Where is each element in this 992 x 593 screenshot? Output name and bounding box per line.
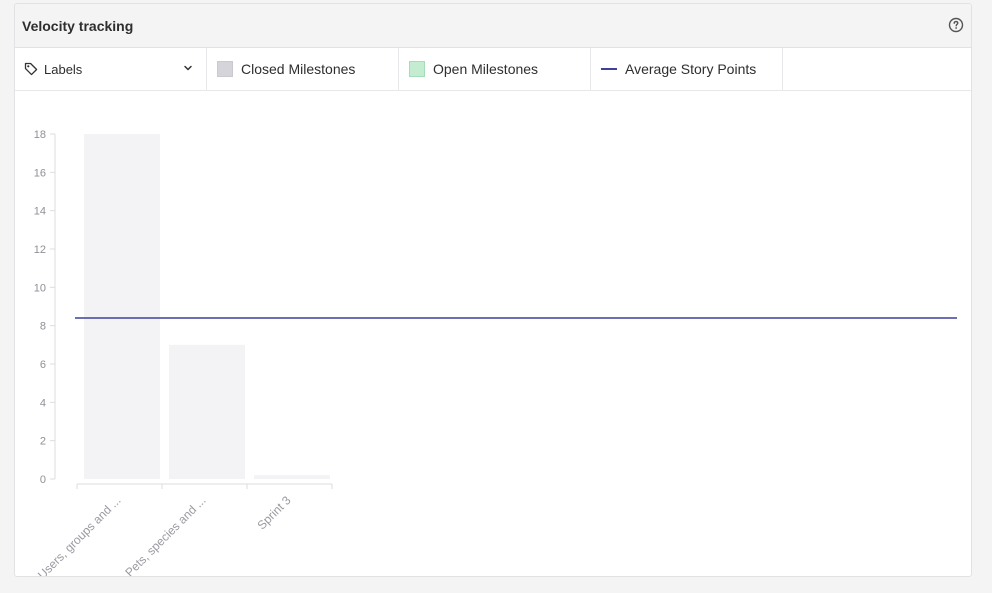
velocity-chart-svg: 0 2 4 6 8 10 12 14 16 18 Users, groups and ...Pets…: [34, 129, 957, 577]
chart-toolbar: Labels Closed Milestones Open Milestones…: [15, 48, 971, 91]
y-tick-label: 18: [34, 129, 46, 141]
tag-icon: [24, 62, 38, 76]
legend-open-milestones[interactable]: Open Milestones: [399, 48, 591, 90]
x-tick-label: Pets, species and ...: [122, 493, 208, 577]
panel-header: Velocity tracking: [15, 4, 971, 48]
y-tick-label: 14: [34, 206, 46, 218]
y-tick-label: 10: [34, 282, 46, 294]
help-icon[interactable]: [948, 17, 964, 33]
legend-label: Closed Milestones: [241, 61, 356, 77]
y-tick-label: 2: [40, 436, 46, 448]
y-tick-label: 12: [34, 244, 46, 256]
labels-dropdown[interactable]: Labels: [15, 48, 207, 90]
y-tick-label: 6: [40, 359, 46, 371]
legend-closed-milestones[interactable]: Closed Milestones: [207, 48, 399, 90]
chevron-down-icon: [184, 65, 192, 71]
y-tick-label: 0: [40, 474, 46, 486]
average-story-points-line-icon: [601, 68, 617, 70]
y-tick-label: 4: [40, 397, 46, 409]
closed-milestones-swatch: [217, 61, 233, 77]
bar: [84, 134, 160, 479]
velocity-chart: 0 2 4 6 8 10 12 14 16 18 Users, groups and ... Pets…: [15, 92, 971, 577]
legend-average-story-points[interactable]: Average Story Points: [591, 48, 783, 90]
panel-title: Velocity tracking: [22, 18, 134, 34]
bar: [254, 475, 330, 479]
x-tick-label: Users, groups and ...: [35, 493, 124, 577]
velocity-tracking-panel: Velocity tracking Labels Closed Mileston…: [14, 3, 972, 577]
legend-label: Average Story Points: [625, 61, 757, 77]
x-tick-label: Sprint 3: [254, 493, 293, 532]
bar: [169, 344, 245, 479]
open-milestones-swatch: [409, 61, 425, 77]
legend-label: Open Milestones: [433, 61, 539, 77]
y-tick-label: 16: [34, 167, 46, 179]
labels-dropdown-label: Labels: [44, 61, 83, 77]
y-tick-label: 8: [40, 321, 46, 333]
